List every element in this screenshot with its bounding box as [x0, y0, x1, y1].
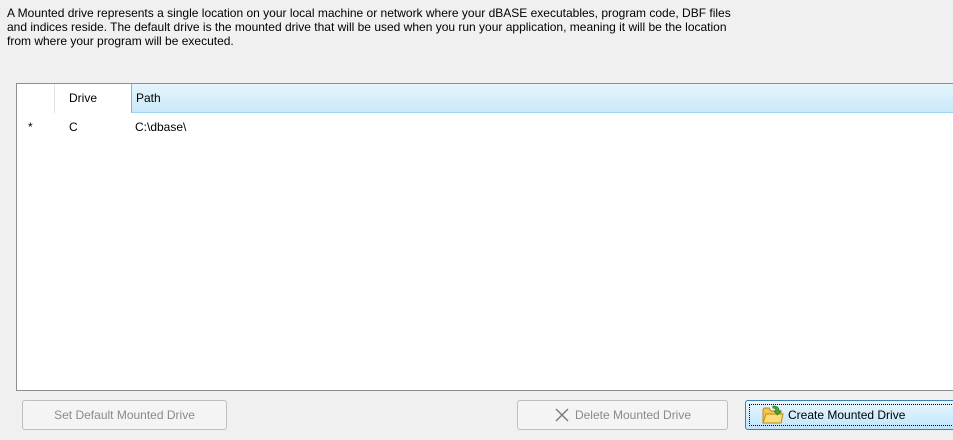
delete-mounted-drive-button[interactable]: Delete Mounted Drive: [517, 400, 728, 430]
grid-header: Drive Path: [17, 84, 953, 113]
table-row[interactable]: * C C:\dbase\: [17, 117, 953, 137]
path-column-header[interactable]: Path: [131, 84, 953, 113]
set-default-button-label: Set Default Mounted Drive: [54, 408, 195, 422]
create-mounted-drive-button[interactable]: Create Mounted Drive: [745, 400, 953, 430]
row-indicator-header: [17, 84, 55, 113]
mounted-drives-grid[interactable]: Drive Path * C C:\dbase\: [16, 83, 953, 391]
description-line-1: A Mounted drive represents a single loca…: [7, 6, 731, 20]
description-line-2: and indices reside. The default drive is…: [7, 20, 727, 34]
x-icon: [555, 408, 569, 422]
create-button-label: Create Mounted Drive: [788, 408, 906, 422]
description-line-3: from where your program will be executed…: [7, 34, 234, 48]
set-default-mounted-drive-button[interactable]: Set Default Mounted Drive: [22, 400, 227, 430]
folder-add-icon: [762, 405, 784, 424]
drive-column-header[interactable]: Drive: [55, 84, 131, 113]
default-drive-indicator: *: [28, 120, 33, 134]
path-cell[interactable]: C:\dbase\: [131, 117, 953, 137]
drive-cell[interactable]: C: [55, 117, 131, 137]
delete-button-label: Delete Mounted Drive: [574, 408, 692, 422]
mounted-drives-panel: A Mounted drive represents a single loca…: [0, 0, 953, 440]
description-text: A Mounted drive represents a single loca…: [7, 6, 953, 48]
